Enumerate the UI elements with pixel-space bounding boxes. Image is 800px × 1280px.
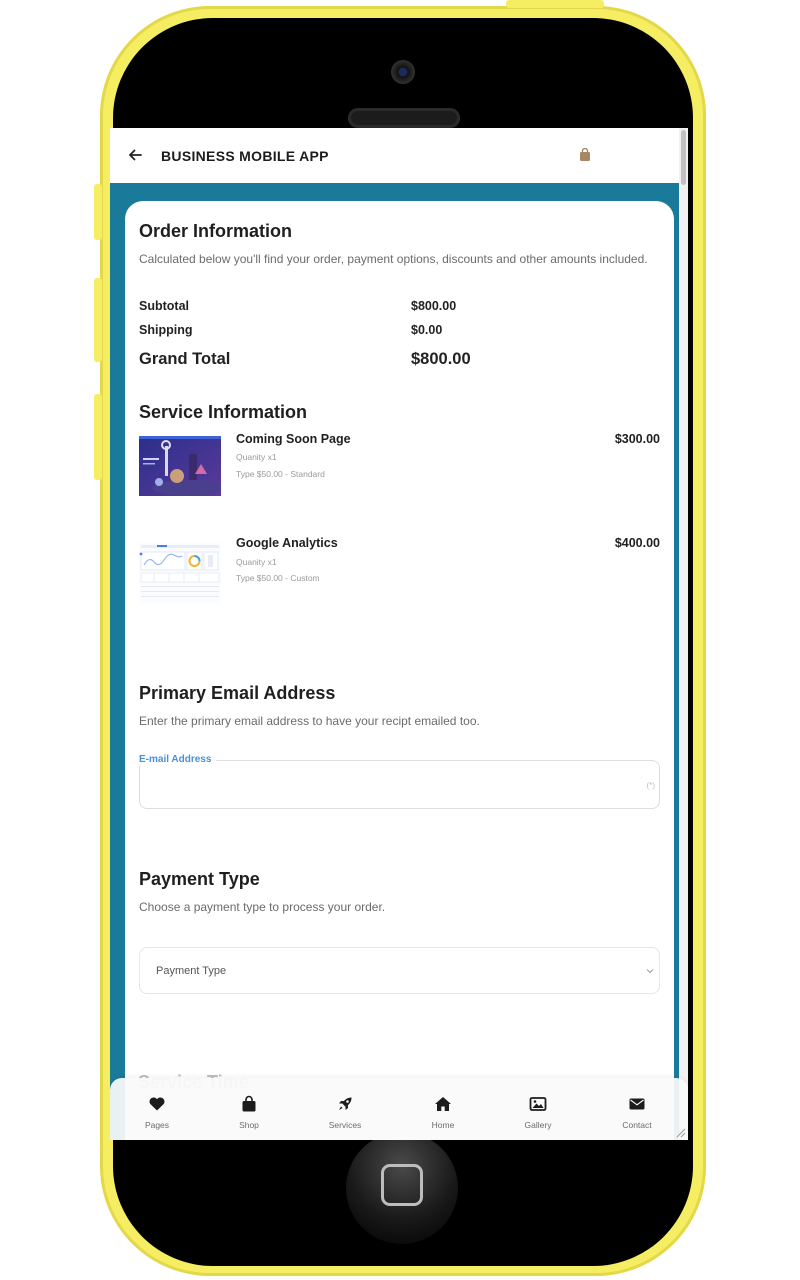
order-information-heading: Order Information xyxy=(139,221,293,241)
service-type: Type $50.00 - Standard xyxy=(236,469,325,479)
subtotal-value: $800.00 xyxy=(411,299,457,313)
app-header: BUSINESS MOBILE APP xyxy=(110,128,688,183)
service-price: $300.00 xyxy=(614,432,660,446)
bottom-navigation: Pages Shop Services Home Gallery Contact xyxy=(110,1078,688,1140)
subtotal-label: Subtotal xyxy=(139,299,189,313)
rocket-icon xyxy=(339,1097,352,1110)
home-button-square-icon xyxy=(381,1164,423,1206)
phone-mute-switch xyxy=(94,184,102,240)
earpiece-speaker xyxy=(348,108,460,128)
email-field[interactable]: E-mail Address (*) xyxy=(139,754,660,809)
phone-top-button xyxy=(506,0,604,8)
payment-type-selected-value: Payment Type xyxy=(156,965,227,977)
app-title: BUSINESS MOBILE APP xyxy=(161,148,329,164)
primary-email-heading: Primary Email Address xyxy=(139,683,336,703)
home-button[interactable] xyxy=(346,1132,458,1244)
payment-type-description: Choose a payment type to process your or… xyxy=(139,900,386,914)
scrollbar-thumb[interactable] xyxy=(681,130,686,185)
resize-grip-icon[interactable] xyxy=(674,1126,686,1138)
service-information-heading: Service Information xyxy=(139,402,308,422)
service-quantity: Quanity x1 xyxy=(236,557,277,567)
nav-label: Contact xyxy=(622,1120,652,1130)
shipping-label: Shipping xyxy=(139,323,193,337)
nav-label: Pages xyxy=(144,1120,170,1130)
chevron-down-icon xyxy=(646,969,654,974)
front-camera xyxy=(391,60,415,84)
nav-item-pages[interactable]: Pages xyxy=(117,1078,197,1140)
order-information-description: Calculated below you'll find your order,… xyxy=(139,252,648,266)
phone-volume-down xyxy=(94,394,102,480)
required-marker: (*) xyxy=(646,781,655,790)
nav-item-contact[interactable]: Contact xyxy=(597,1078,677,1140)
payment-type-select[interactable]: Payment Type xyxy=(139,947,660,994)
nav-item-gallery[interactable]: Gallery xyxy=(498,1078,578,1140)
home-icon xyxy=(435,1097,451,1111)
phone-volume-up xyxy=(94,278,102,362)
app-screen: BUSINESS MOBILE APP Order Information Ca… xyxy=(110,128,688,1140)
service-price: $400.00 xyxy=(614,536,660,550)
grand-total-value: $800.00 xyxy=(411,350,471,368)
service-name: Coming Soon Page xyxy=(236,432,351,446)
heart-icon xyxy=(149,1097,165,1111)
nav-item-services[interactable]: Services xyxy=(305,1078,385,1140)
shipping-value: $0.00 xyxy=(411,323,443,337)
nav-label: Shop xyxy=(239,1120,259,1130)
nav-item-shop[interactable]: Shop xyxy=(209,1078,289,1140)
nav-label: Home xyxy=(431,1120,455,1130)
arrow-left-icon[interactable] xyxy=(126,146,144,164)
service-type: Type $50.00 - Custom xyxy=(236,573,320,583)
scrollbar[interactable] xyxy=(679,128,688,1140)
nav-label: Services xyxy=(328,1120,362,1130)
checkout-card: Order Information Calculated below you'l… xyxy=(125,201,674,1140)
nav-label: Gallery xyxy=(524,1120,552,1130)
primary-email-description: Enter the primary email address to have … xyxy=(139,714,480,728)
grand-total-label: Grand Total xyxy=(139,350,231,368)
envelope-icon xyxy=(629,1098,645,1110)
service-thumbnail-coming-soon xyxy=(139,436,221,496)
service-thumbnail-google-analytics xyxy=(139,543,221,603)
shopping-bag-icon xyxy=(242,1095,256,1112)
service-quantity: Quanity x1 xyxy=(236,452,277,462)
payment-type-heading: Payment Type xyxy=(139,869,260,889)
nav-item-home[interactable]: Home xyxy=(403,1078,483,1140)
image-icon xyxy=(529,1097,547,1111)
service-name: Google Analytics xyxy=(236,536,338,550)
email-field-label: E-mail Address xyxy=(139,754,217,765)
shopping-bag-icon[interactable] xyxy=(579,148,591,162)
